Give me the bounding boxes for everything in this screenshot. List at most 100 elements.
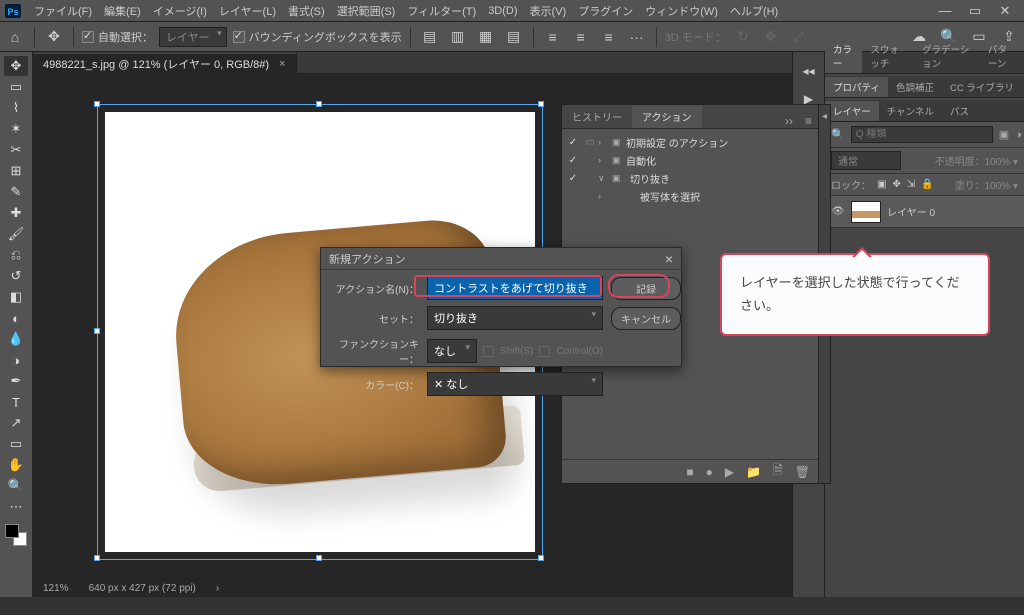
align-right-icon[interactable]: ▦	[475, 26, 497, 48]
autoselect-checkbox[interactable]: 自動選択：	[82, 29, 153, 45]
layer-thumbnail[interactable]	[851, 201, 881, 223]
brush-tool[interactable]: 🖌	[4, 224, 28, 244]
edit-toolbar[interactable]: ⋯	[4, 497, 28, 517]
new-set-icon[interactable]: 📁	[746, 465, 761, 479]
fill-value[interactable]: 100%	[985, 181, 1011, 192]
action-set-auto[interactable]: ✓›▣自動化	[564, 151, 816, 169]
gradient-tool[interactable]: ◐	[4, 308, 28, 328]
menu-view[interactable]: 表示(V)	[524, 3, 573, 19]
panel-menu-icon[interactable]: ≡	[799, 114, 818, 128]
menu-layer[interactable]: レイヤー(L)	[213, 3, 282, 19]
window-close-icon[interactable]: ✕	[990, 3, 1020, 19]
new-action-icon[interactable]: 🗎	[773, 461, 783, 482]
record-icon[interactable]: ●	[706, 465, 713, 479]
marquee-tool[interactable]: ▭	[4, 77, 28, 97]
status-arrow-icon[interactable]: ›	[216, 583, 219, 594]
window-minimize-icon[interactable]: —	[930, 3, 960, 18]
control-checkbox[interactable]	[539, 346, 550, 357]
home-icon[interactable]: ⌂	[4, 26, 26, 48]
document-tab[interactable]: 4988221_s.jpg @ 121% (レイヤー 0, RGB/8#) ×	[33, 53, 297, 73]
mode3d-zoom-icon[interactable]: ⤢	[788, 26, 810, 48]
menu-file[interactable]: ファイル(F)	[28, 3, 98, 19]
tab-actions[interactable]: アクション	[632, 105, 702, 128]
layer-row-0[interactable]: 👁 レイヤー 0	[825, 196, 1024, 228]
zoom-tool[interactable]: 🔍	[4, 476, 28, 496]
mode3d-orbit-icon[interactable]: ↻	[732, 26, 754, 48]
distribute-icon[interactable]: ≡	[542, 26, 564, 48]
tab-properties[interactable]: プロパティ	[825, 77, 888, 97]
mode3d-pan-icon[interactable]: ✥	[760, 26, 782, 48]
color-dropdown[interactable]: ✕ なし	[427, 372, 603, 396]
frame-tool[interactable]: ⊞	[4, 161, 28, 181]
move-tool[interactable]: ✥	[4, 56, 28, 76]
align-top-icon[interactable]: ▤	[503, 26, 525, 48]
stop-icon[interactable]: ■	[686, 465, 693, 479]
clone-tool[interactable]: ⎌	[4, 245, 28, 265]
tab-channels[interactable]: チャンネル	[879, 101, 942, 121]
action-name-input[interactable]: コントラストをあげて切り抜き	[427, 276, 603, 300]
distribute2-icon[interactable]: ≡	[570, 26, 592, 48]
menu-type[interactable]: 書式(S)	[282, 3, 331, 19]
action-set-kirinuki[interactable]: ✓∨▣切り抜き	[564, 169, 816, 187]
crop-tool[interactable]: ✂	[4, 140, 28, 160]
lock-pixels-icon[interactable]: ▣	[877, 179, 886, 190]
align-center-icon[interactable]: ▥	[447, 26, 469, 48]
play-icon[interactable]: ▶	[725, 465, 734, 479]
autoselect-target-dropdown[interactable]: レイヤー	[159, 27, 227, 47]
history-brush-tool[interactable]: ↺	[4, 266, 28, 286]
zoom-level[interactable]: 121%	[43, 583, 69, 594]
filter-adjust-icon[interactable]: ◑	[1015, 129, 1022, 141]
delete-icon[interactable]: 🗑	[795, 465, 810, 479]
action-step-select-subject[interactable]: ›被写体を選択	[564, 187, 816, 205]
move-tool-icon[interactable]: ✥	[43, 26, 65, 48]
lock-artboard-icon[interactable]: ⇲	[907, 179, 915, 190]
blend-mode-dropdown[interactable]: 通常	[831, 151, 901, 170]
type-tool[interactable]: T	[4, 392, 28, 412]
filter-image-icon[interactable]: ▣	[999, 128, 1009, 141]
window-maximize-icon[interactable]: ▭	[960, 3, 990, 19]
menu-window[interactable]: ウィンドウ(W)	[639, 3, 724, 19]
menu-image[interactable]: イメージ(I)	[147, 3, 213, 19]
path-tool[interactable]: ↗	[4, 413, 28, 433]
dialog-close-icon[interactable]: ×	[665, 251, 673, 267]
tab-color[interactable]: カラー	[825, 39, 862, 73]
action-set-default[interactable]: ✓▭›▣初期設定 のアクション	[564, 133, 816, 151]
distribute3-icon[interactable]: ≡	[598, 26, 620, 48]
lock-position-icon[interactable]: ✥	[892, 179, 900, 190]
color-swatch[interactable]	[5, 524, 27, 546]
wand-tool[interactable]: ✶	[4, 119, 28, 139]
set-dropdown[interactable]: 切り抜き	[427, 306, 603, 330]
align-left-icon[interactable]: ▤	[419, 26, 441, 48]
close-tab-icon[interactable]: ×	[279, 58, 285, 70]
cancel-button[interactable]: キャンセル	[611, 307, 681, 330]
record-button[interactable]: 記録	[611, 277, 681, 300]
dodge-tool[interactable]: ◑	[4, 350, 28, 370]
tab-cclib[interactable]: CC ライブラリ	[942, 77, 1022, 97]
layer-filter-input[interactable]	[851, 126, 993, 143]
tab-history[interactable]: ヒストリー	[562, 105, 632, 128]
eraser-tool[interactable]: ◧	[4, 287, 28, 307]
fkey-dropdown[interactable]: なし	[427, 339, 477, 363]
opacity-value[interactable]: 100%	[985, 157, 1011, 168]
blur-tool[interactable]: 💧	[4, 329, 28, 349]
panel-collapse-icon[interactable]: ››	[779, 114, 799, 128]
hand-tool[interactable]: ✋	[4, 455, 28, 475]
menu-plugin[interactable]: プラグイン	[572, 3, 639, 19]
boundingbox-checkbox[interactable]: バウンディングボックスを表示	[233, 29, 402, 45]
layer-name[interactable]: レイヤー 0	[887, 204, 935, 219]
menu-select[interactable]: 選択範囲(S)	[331, 3, 402, 19]
shape-tool[interactable]: ▭	[4, 434, 28, 454]
menu-3d[interactable]: 3D(D)	[482, 5, 523, 17]
dock-expand-icon[interactable]: ◂◂	[798, 60, 820, 82]
shift-checkbox[interactable]	[483, 346, 494, 357]
menu-filter[interactable]: フィルター(T)	[401, 3, 482, 19]
eyedropper-tool[interactable]: ✎	[4, 182, 28, 202]
menu-help[interactable]: ヘルプ(H)	[724, 3, 784, 19]
new-action-dialog[interactable]: 新規アクション × アクション名(N)： コントラストをあげて切り抜き 記録 セ…	[320, 247, 682, 367]
menu-edit[interactable]: 編集(E)	[98, 3, 147, 19]
pen-tool[interactable]: ✒	[4, 371, 28, 391]
tab-swatch[interactable]: スウォッチ	[862, 39, 914, 73]
lock-all-icon[interactable]: 🔒	[921, 179, 933, 190]
tab-paths[interactable]: パス	[942, 101, 977, 121]
lasso-tool[interactable]: ⌇	[4, 98, 28, 118]
